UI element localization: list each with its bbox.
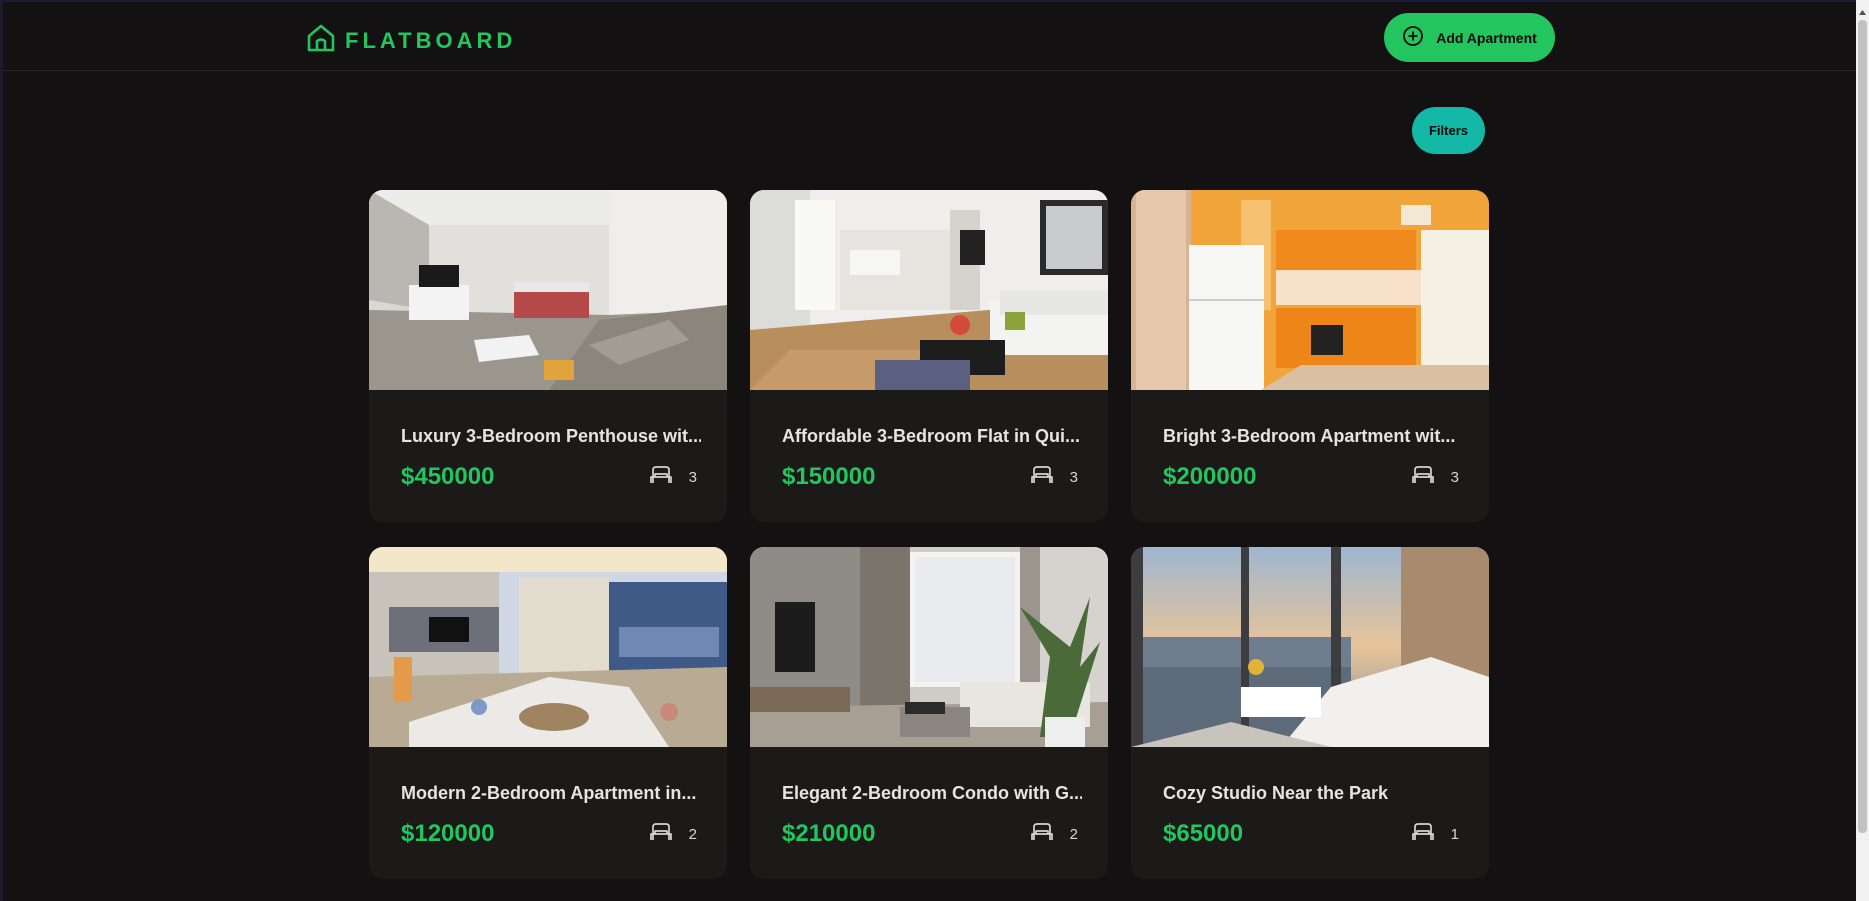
listing-card[interactable]: Modern 2-Bedroom Apartment in... $120000… [369, 547, 727, 879]
plus-circle-icon [1402, 25, 1424, 50]
listing-photo [750, 547, 1108, 747]
scroll-up-arrow-icon[interactable] [1856, 6, 1869, 18]
bed-icon [649, 822, 672, 846]
listing-card[interactable]: Elegant 2-Bedroom Condo with G... $21000… [750, 547, 1108, 879]
listing-title: Luxury 3-Bedroom Penthouse wit... [401, 426, 701, 446]
listing-card[interactable]: Bright 3-Bedroom Apartment wit... $20000… [1131, 190, 1489, 522]
window-left-border [0, 0, 3, 901]
bedroom-count-value: 3 [1450, 468, 1459, 486]
logo[interactable]: FLATBOARD [305, 22, 516, 59]
bedroom-count-value: 1 [1450, 825, 1459, 843]
listing-price: $200000 [1163, 463, 1257, 490]
listing-photo [1131, 190, 1489, 390]
listing-photo [750, 190, 1108, 390]
listing-card[interactable]: Luxury 3-Bedroom Penthouse wit... $45000… [369, 190, 727, 522]
listing-title: Affordable 3-Bedroom Flat in Qui... [782, 426, 1081, 446]
bed-icon [1030, 465, 1053, 489]
listing-title: Bright 3-Bedroom Apartment wit... [1163, 426, 1456, 446]
listing-price: $450000 [401, 463, 495, 490]
listing-photo [369, 190, 727, 390]
listing-card[interactable]: Affordable 3-Bedroom Flat in Qui... $150… [750, 190, 1108, 522]
scrollbar-thumb[interactable] [1858, 20, 1867, 833]
bed-icon [1411, 465, 1434, 489]
listings-grid: Luxury 3-Bedroom Penthouse wit... $45000… [369, 190, 1489, 901]
bedroom-count: 2 [649, 822, 697, 846]
add-apartment-label: Add Apartment [1436, 29, 1537, 46]
logo-text: FLATBOARD [345, 27, 517, 53]
listing-price: $65000 [1163, 820, 1244, 847]
bedroom-count-value: 3 [1069, 468, 1078, 486]
app-header: FLATBOARD Add Apartment [3, 2, 1856, 71]
bed-icon [1030, 822, 1053, 846]
bedroom-count-value: 2 [688, 825, 697, 843]
add-apartment-button[interactable]: Add Apartment [1384, 13, 1555, 62]
bedroom-count-value: 3 [688, 468, 697, 486]
filters-button[interactable]: Filters [1412, 107, 1485, 154]
bedroom-count: 2 [1030, 822, 1078, 846]
listing-price: $120000 [401, 820, 495, 847]
house-icon [305, 22, 337, 59]
bedroom-count: 3 [1030, 465, 1078, 489]
listing-title: Modern 2-Bedroom Apartment in... [401, 783, 697, 803]
bed-icon [1411, 822, 1434, 846]
listing-price: $210000 [782, 820, 876, 847]
bedroom-count: 3 [1411, 465, 1459, 489]
listing-title: Cozy Studio Near the Park [1163, 783, 1389, 803]
listing-photo [1131, 547, 1489, 747]
bedroom-count-value: 2 [1069, 825, 1078, 843]
vertical-scrollbar[interactable] [1856, 0, 1869, 901]
listing-title: Elegant 2-Bedroom Condo with G... [782, 783, 1082, 803]
listing-card[interactable]: Cozy Studio Near the Park $65000 1 [1131, 547, 1489, 879]
bedroom-count: 1 [1411, 822, 1459, 846]
bedroom-count: 3 [649, 465, 697, 489]
bed-icon [649, 465, 672, 489]
listing-price: $150000 [782, 463, 876, 490]
listing-photo [369, 547, 727, 747]
